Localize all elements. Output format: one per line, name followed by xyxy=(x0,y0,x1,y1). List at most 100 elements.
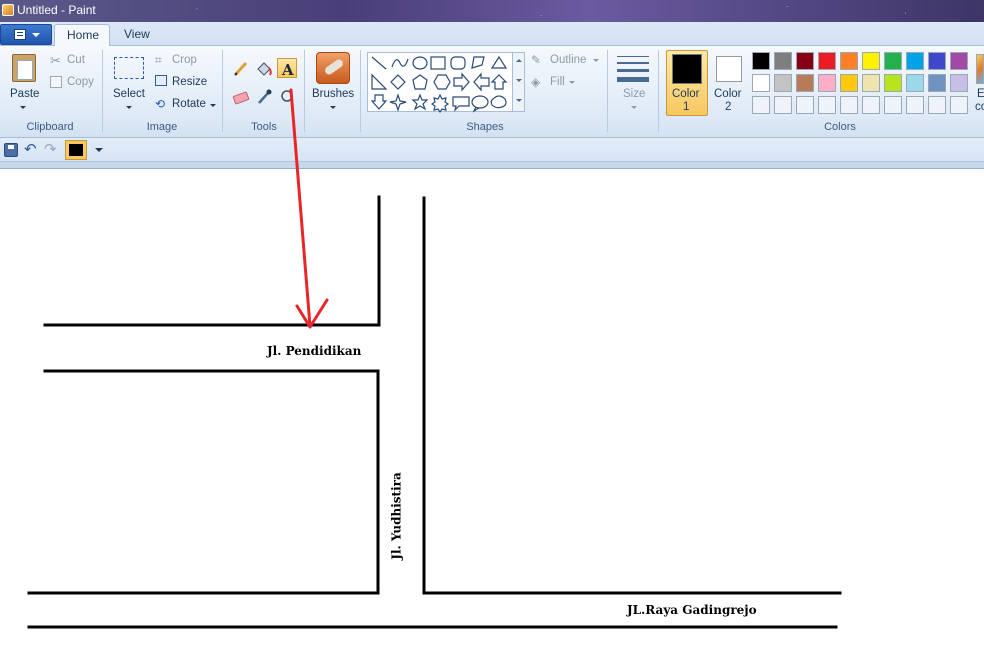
palette-swatch-empty[interactable] xyxy=(774,96,792,114)
rotate-dropdown-icon[interactable] xyxy=(210,104,216,107)
current-color-button[interactable] xyxy=(65,140,87,160)
palette-swatch[interactable] xyxy=(796,74,814,92)
tab-view[interactable]: View xyxy=(112,24,162,47)
palette-swatch[interactable] xyxy=(840,74,858,92)
eraser-tool[interactable] xyxy=(230,86,250,106)
color-2-swatch[interactable] xyxy=(716,56,742,82)
palette-swatch-empty[interactable] xyxy=(928,96,946,114)
fill-tool[interactable] xyxy=(253,58,273,78)
palette-swatch[interactable] xyxy=(950,74,968,92)
color-picker-tool[interactable] xyxy=(253,86,273,106)
quick-access-toolbar: ↶ ↷ xyxy=(0,138,984,162)
palette-swatch-empty[interactable] xyxy=(752,96,770,114)
magnifier-tool[interactable] xyxy=(277,86,297,106)
drawing-canvas[interactable]: Jl. Pendidikan Jl. Yudhistira JL.Raya Ga… xyxy=(0,168,984,663)
size-line-icon xyxy=(617,62,649,64)
group-divider xyxy=(360,50,361,132)
cut-button[interactable]: Cut xyxy=(67,54,85,66)
pencil-tool[interactable] xyxy=(230,58,250,78)
edit-colors-icon[interactable] xyxy=(976,54,984,84)
ribbon: Paste ✂ Cut Copy Clipboard Select ⌗ Crop… xyxy=(0,46,984,138)
redo-icon[interactable]: ↷ xyxy=(44,142,57,157)
paste-button[interactable]: Paste xyxy=(10,88,39,100)
palette-swatch[interactable] xyxy=(906,74,924,92)
palette-swatch[interactable] xyxy=(862,74,880,92)
group-divider xyxy=(222,50,223,132)
palette-swatch[interactable] xyxy=(928,74,946,92)
palette-swatch[interactable] xyxy=(928,52,946,70)
color-2-number: 2 xyxy=(725,101,732,113)
paste-dropdown-icon[interactable] xyxy=(20,106,26,109)
outline-button[interactable]: Outline xyxy=(550,54,586,66)
select-icon[interactable] xyxy=(114,57,144,79)
edit-colors-label-line2[interactable]: co xyxy=(975,101,984,113)
document-icon xyxy=(14,29,26,40)
road-map-drawing xyxy=(27,195,842,629)
rotate-button[interactable]: Rotate xyxy=(172,98,206,110)
resize-button[interactable]: Resize xyxy=(172,76,207,88)
shapes-scrollbar[interactable] xyxy=(513,52,525,112)
magnifier-icon xyxy=(281,90,293,102)
text-a-icon: A xyxy=(281,61,294,79)
select-dropdown-icon[interactable] xyxy=(126,106,132,109)
outline-dropdown-icon[interactable] xyxy=(593,59,599,62)
crop-button[interactable]: Crop xyxy=(172,54,197,66)
undo-icon[interactable]: ↶ xyxy=(24,142,37,157)
palette-swatch[interactable] xyxy=(774,74,792,92)
palette-swatch[interactable] xyxy=(950,52,968,70)
brushes-button[interactable]: Brushes xyxy=(312,88,354,100)
tab-home[interactable]: Home xyxy=(54,24,110,47)
title-bar: Untitled - Paint xyxy=(0,0,984,22)
scroll-down-icon[interactable] xyxy=(516,79,522,82)
palette-swatch[interactable] xyxy=(884,74,902,92)
gallery-expand-icon[interactable] xyxy=(516,99,522,102)
color-2-label[interactable]: Color xyxy=(714,88,741,100)
palette-swatch[interactable] xyxy=(906,52,924,70)
tools-group-label: Tools xyxy=(251,121,277,133)
palette-swatch[interactable] xyxy=(774,52,792,70)
size-button[interactable]: Size xyxy=(623,88,645,100)
brushes-icon[interactable] xyxy=(316,52,350,84)
customize-toolbar-icon[interactable] xyxy=(95,148,103,152)
shapes-gallery-icons xyxy=(370,55,508,114)
road-label-gadingrejo: JL.Raya Gadingrejo xyxy=(627,603,757,617)
paint-menu-button[interactable] xyxy=(0,24,52,45)
scroll-up-icon[interactable] xyxy=(516,59,522,62)
palette-swatch-empty[interactable] xyxy=(950,96,968,114)
cut-icon: ✂ xyxy=(50,53,61,68)
palette-swatch-empty[interactable] xyxy=(796,96,814,114)
shapes-gallery[interactable] xyxy=(367,52,513,114)
palette-swatch[interactable] xyxy=(752,74,770,92)
palette-swatch-empty[interactable] xyxy=(862,96,880,114)
select-button[interactable]: Select xyxy=(113,88,145,100)
fill-dropdown-icon[interactable] xyxy=(569,81,575,84)
palette-swatch[interactable] xyxy=(752,52,770,70)
palette-swatch-empty[interactable] xyxy=(906,96,924,114)
paint-app-icon[interactable] xyxy=(2,4,14,16)
svg-text:A: A xyxy=(281,61,294,79)
pencil-icon xyxy=(233,61,248,77)
palette-swatch[interactable] xyxy=(840,52,858,70)
palette-swatch-empty[interactable] xyxy=(884,96,902,114)
title-bar-background xyxy=(0,0,984,22)
fill-button[interactable]: Fill xyxy=(550,76,565,88)
clipboard-group-label: Clipboard xyxy=(26,121,74,133)
palette-swatch[interactable] xyxy=(796,52,814,70)
palette-swatch[interactable] xyxy=(884,52,902,70)
edit-colors-label-line1[interactable]: E xyxy=(977,88,984,100)
fill-icon: ◈ xyxy=(531,75,541,89)
palette-swatch[interactable] xyxy=(862,52,880,70)
copy-button[interactable]: Copy xyxy=(67,76,94,88)
palette-swatch[interactable] xyxy=(818,74,836,92)
size-line-icon xyxy=(617,69,649,72)
text-tool[interactable]: A xyxy=(277,58,297,79)
image-group-label: Image xyxy=(146,121,178,133)
save-icon[interactable] xyxy=(4,143,18,157)
paste-icon[interactable] xyxy=(12,54,36,82)
palette-swatch[interactable] xyxy=(818,52,836,70)
size-dropdown-icon[interactable] xyxy=(631,106,637,109)
brushes-dropdown-icon[interactable] xyxy=(330,106,336,109)
palette-swatch-empty[interactable] xyxy=(818,96,836,114)
chevron-down-icon xyxy=(32,33,40,37)
palette-swatch-empty[interactable] xyxy=(840,96,858,114)
